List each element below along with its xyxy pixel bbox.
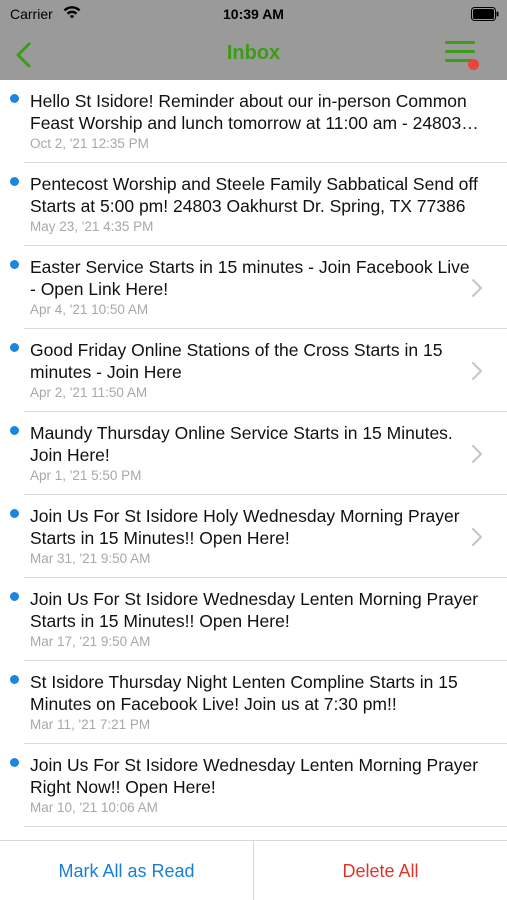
page-title: Inbox	[226, 42, 281, 64]
message-text: Pentecost Worship and Steele Family Sabb…	[30, 174, 478, 216]
message-row[interactable]: Join Us For St Isidore Holy Wednesday Mo…	[0, 495, 507, 578]
message-date: May 23, '21 4:35 PM	[30, 219, 154, 234]
message-text: Easter Service Starts in 15 minutes - Jo…	[30, 257, 470, 299]
bottom-toolbar: Mark All as Read Delete All	[0, 840, 507, 900]
status-bar: Carrier 10:39 AM	[0, 0, 507, 30]
unread-dot-icon	[10, 509, 19, 518]
message-text: Hello St Isidore! Reminder about our in-…	[30, 91, 479, 133]
battery-icon	[471, 7, 499, 21]
message-date: Apr 1, '21 5:50 PM	[30, 468, 142, 483]
message-date: Mar 17, '21 9:50 AM	[30, 634, 151, 649]
message-text: Maundy Thursday Online Service Starts in…	[30, 423, 453, 465]
message-row[interactable]: Pentecost Worship and Steele Family Sabb…	[0, 163, 507, 246]
chevron-right-icon	[472, 528, 482, 546]
navigation-bar: Inbox	[0, 30, 507, 80]
mark-all-read-button[interactable]: Mark All as Read	[0, 841, 253, 900]
message-text: St Isidore Thursday Night Lenten Complin…	[30, 672, 458, 714]
message-row[interactable]: Maundy Thursday Online Service Starts in…	[0, 412, 507, 495]
chevron-right-icon	[472, 445, 482, 463]
unread-dot-icon	[10, 675, 19, 684]
unread-dot-icon	[10, 343, 19, 352]
message-date: Oct 2, '21 12:35 PM	[30, 136, 149, 151]
unread-dot-icon	[10, 592, 19, 601]
unread-dot-icon	[10, 758, 19, 767]
unread-dot-icon	[10, 94, 19, 103]
unread-dot-icon	[10, 426, 19, 435]
message-row[interactable]: Good Friday Online Stations of the Cross…	[0, 329, 507, 412]
message-date: Mar 31, '21 9:50 AM	[30, 551, 151, 566]
message-row[interactable]: Hello St Isidore! Reminder about our in-…	[0, 80, 507, 163]
delete-all-button[interactable]: Delete All	[254, 841, 507, 900]
chevron-right-icon	[472, 279, 482, 297]
notification-badge	[468, 59, 479, 70]
message-row[interactable]: Easter Service Starts in 15 minutes - Jo…	[0, 246, 507, 329]
message-row[interactable]: St Isidore Thursday Night Lenten Complin…	[0, 661, 507, 744]
message-row[interactable]: Join Us For St Isidore Wednesday Lenten …	[0, 578, 507, 661]
message-row[interactable]: Join Us For St Isidore Wednesday Lenten …	[0, 744, 507, 827]
message-text: Join Us For St Isidore Holy Wednesday Mo…	[30, 506, 460, 548]
message-date: Mar 10, '21 10:06 AM	[30, 800, 158, 815]
unread-dot-icon	[10, 177, 19, 186]
message-text: Join Us For St Isidore Wednesday Lenten …	[30, 589, 479, 631]
chevron-right-icon	[472, 362, 482, 380]
clock-time: 10:39 AM	[223, 6, 284, 22]
row-divider	[24, 826, 507, 827]
message-text: Join Us For St Isidore Wednesday Lenten …	[30, 755, 479, 797]
message-date: Apr 2, '21 11:50 AM	[30, 385, 148, 400]
hamburger-menu-icon[interactable]	[445, 38, 479, 70]
message-date: Mar 11, '21 7:21 PM	[30, 717, 151, 732]
message-list[interactable]: Hello St Isidore! Reminder about our in-…	[0, 80, 507, 840]
message-date: Apr 4, '21 10:50 AM	[30, 302, 149, 317]
message-text: Good Friday Online Stations of the Cross…	[30, 340, 443, 382]
unread-dot-icon	[10, 260, 19, 269]
